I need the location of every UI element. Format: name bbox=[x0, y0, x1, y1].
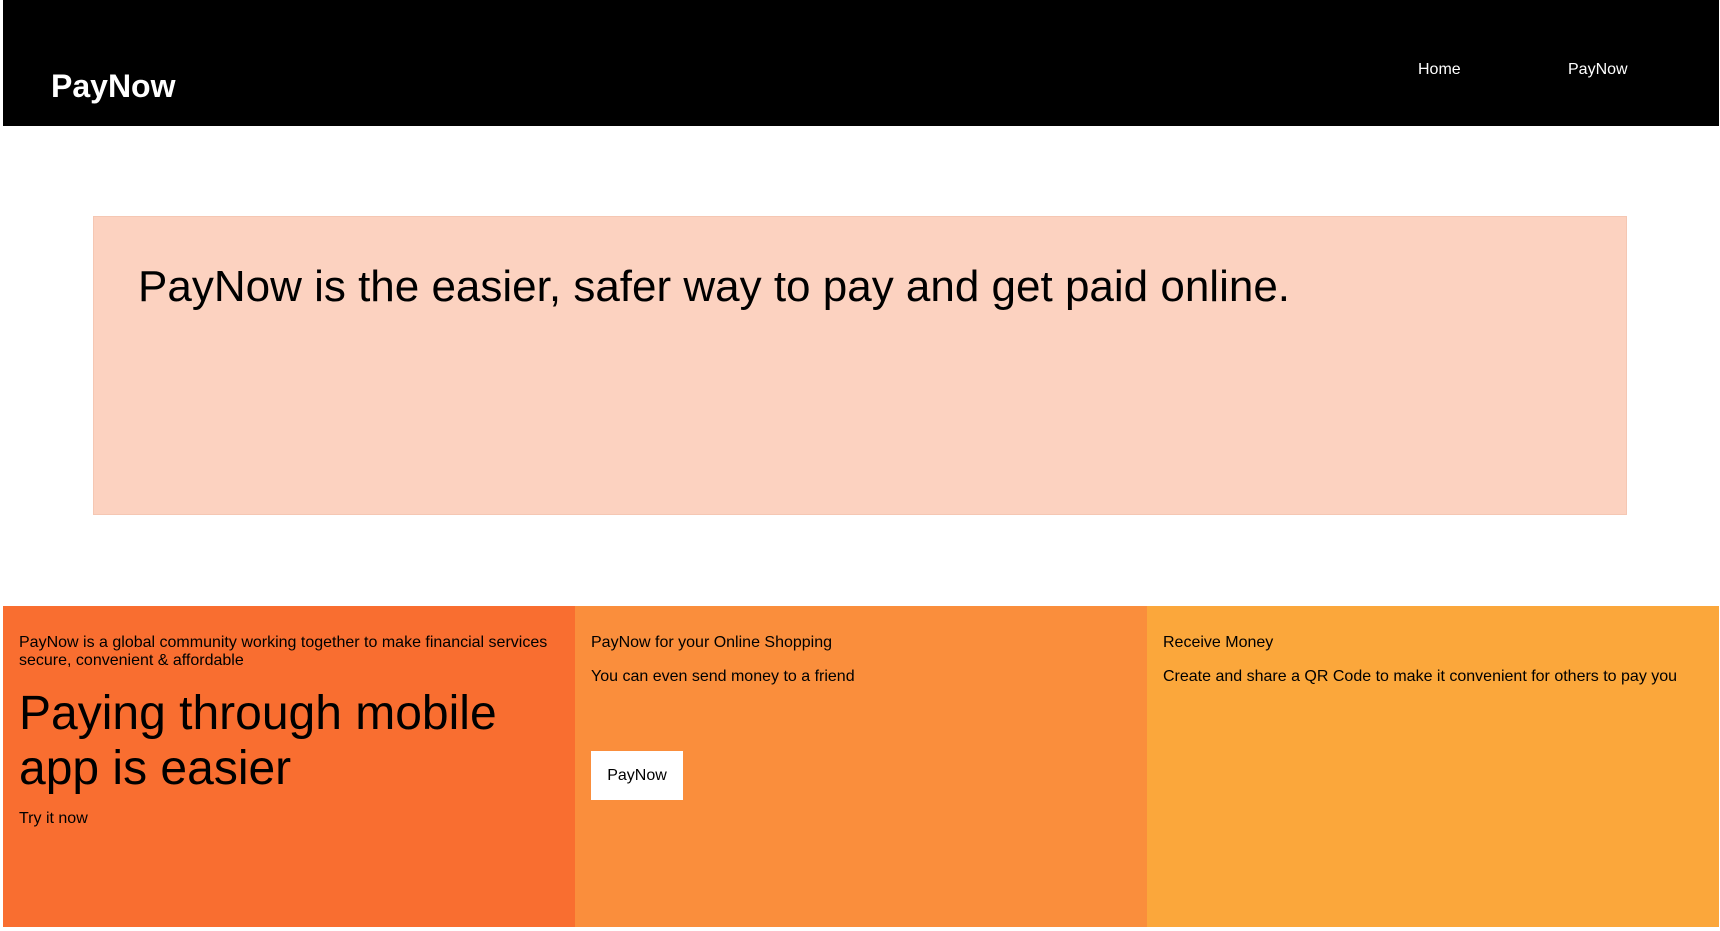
mobile-app-headline: Paying through mobile app is easier bbox=[19, 687, 497, 795]
qr-code-text: Create and share a QR Code to make it co… bbox=[1163, 668, 1678, 685]
nav-link-paynow[interactable]: PayNow bbox=[1568, 60, 1628, 80]
shopping-title: PayNow for your Online Shopping bbox=[591, 634, 833, 651]
hero-headline: PayNow is the easier, safer way to pay a… bbox=[138, 262, 1291, 311]
top-navbar: PayNow Home PayNow bbox=[3, 0, 1719, 126]
page: PayNow Home PayNow PayNow is the easier,… bbox=[0, 0, 1720, 931]
feature-column-mobile: PayNow is a global community working tog… bbox=[3, 606, 575, 927]
send-money-text: You can even send money to a friend bbox=[591, 668, 855, 685]
receive-money-title: Receive Money bbox=[1163, 634, 1274, 651]
community-intro-text: PayNow is a global community working tog… bbox=[19, 634, 548, 669]
brand-logo[interactable]: PayNow bbox=[51, 68, 175, 104]
feature-column-receive: Receive Money Create and share a QR Code… bbox=[1147, 606, 1719, 927]
try-it-now-text: Try it now bbox=[19, 810, 88, 827]
features-section: PayNow is a global community working tog… bbox=[3, 606, 1719, 927]
nav-link-home[interactable]: Home bbox=[1418, 60, 1461, 80]
hero-banner: PayNow is the easier, safer way to pay a… bbox=[93, 216, 1627, 515]
paynow-button[interactable]: PayNow bbox=[591, 751, 683, 800]
feature-column-shopping: PayNow for your Online Shopping You can … bbox=[575, 606, 1147, 927]
